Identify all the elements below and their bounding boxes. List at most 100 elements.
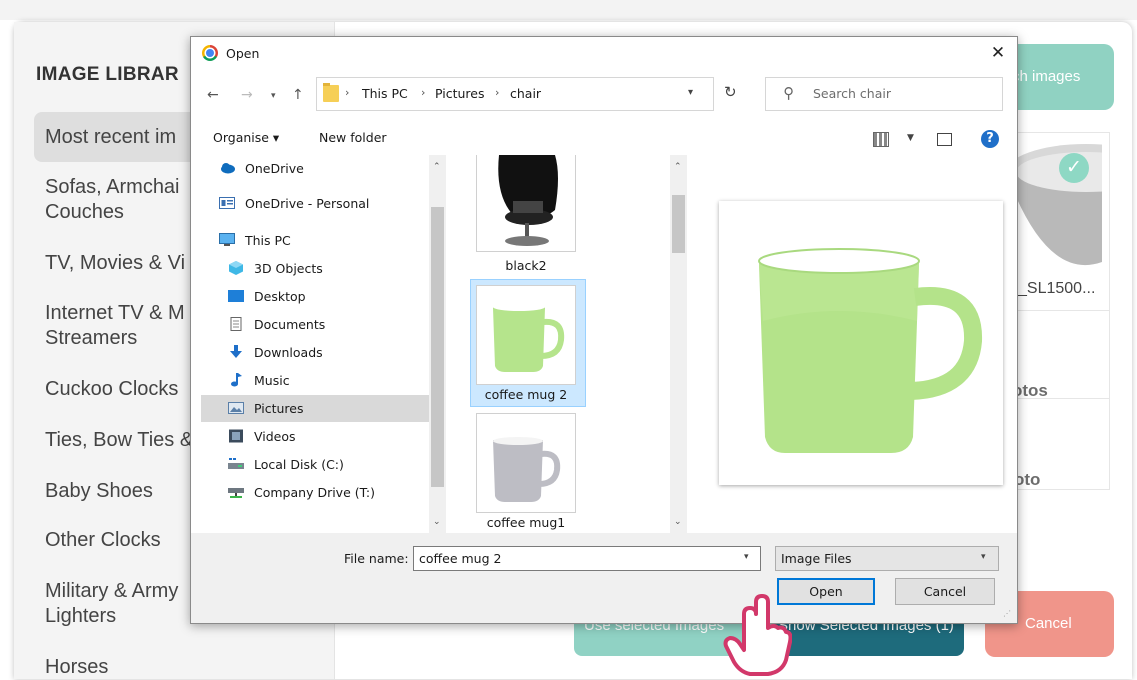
nav-company-drive[interactable]: Company Drive (T:) [201, 479, 429, 506]
nav-documents[interactable]: Documents [201, 311, 429, 338]
scroll-down-icon[interactable]: ⌄ [674, 517, 682, 527]
video-icon [229, 429, 243, 443]
search-images-label: ch images [1012, 68, 1081, 85]
breadcrumb-pictures[interactable]: Pictures [435, 86, 485, 101]
category-cuckoo-clocks[interactable]: Cuckoo Clocks [45, 377, 178, 402]
category-tv-movies[interactable]: TV, Movies & Vi [45, 251, 185, 276]
preview-pane-icon[interactable] [937, 133, 952, 146]
new-folder-button[interactable]: New folder [319, 130, 387, 145]
green-mug-thumbnail [493, 303, 565, 372]
folder-icon [323, 83, 339, 102]
refresh-icon[interactable]: ↻ [724, 83, 737, 101]
nav-3d-objects[interactable]: 3D Objects [201, 255, 429, 282]
category-ties[interactable]: Ties, Bow Ties & [45, 428, 193, 453]
file-name-black2: black2 [505, 258, 547, 273]
category-other-clocks[interactable]: Other Clocks [45, 528, 161, 553]
file-name-coffee-mug-2: coffee mug 2 [484, 387, 568, 402]
address-bar[interactable]: › This PC › Pictures › chair [316, 77, 714, 111]
nav-desktop[interactable]: Desktop [201, 283, 429, 310]
file-tile-coffee-mug1[interactable] [476, 413, 576, 513]
category-internet-tv[interactable]: Internet TV & M Streamers [45, 301, 185, 351]
music-icon [231, 373, 242, 387]
dialog-titlebar: Open ✕ [191, 37, 1017, 69]
file-name-coffee-mug1: coffee mug1 [486, 515, 566, 530]
selected-check-icon: ✓ [1059, 153, 1089, 183]
recent-locations-chevron-icon[interactable]: ▾ [271, 91, 276, 101]
nav-label: 3D Objects [254, 261, 323, 276]
desktop-icon [228, 290, 244, 302]
back-arrow-icon[interactable]: ← [207, 87, 219, 103]
help-icon[interactable]: ? [981, 130, 999, 148]
nav-label: Company Drive (T:) [254, 485, 375, 500]
view-dropdown-icon[interactable]: ▼ [907, 133, 914, 143]
nav-label: This PC [245, 233, 291, 248]
chevron-down-icon[interactable]: ▾ [744, 552, 749, 562]
cancel-button[interactable]: Cancel [895, 578, 995, 605]
scroll-up-icon[interactable]: ⌃ [674, 162, 682, 172]
forward-arrow-icon[interactable]: → [241, 87, 253, 103]
scroll-down-icon[interactable]: ⌄ [433, 517, 441, 527]
download-icon [230, 345, 242, 358]
network-drive-icon [228, 488, 244, 498]
search-placeholder: Search chair [813, 86, 891, 101]
nav-onedrive-personal[interactable]: OneDrive - Personal [201, 190, 429, 217]
nav-label: Downloads [254, 345, 323, 360]
nav-this-pc[interactable]: This PC [201, 227, 429, 254]
category-military-lighters[interactable]: Military & Army Lighters [45, 579, 178, 629]
category-baby-shoes[interactable]: Baby Shoes [45, 479, 153, 504]
view-options-icon[interactable] [873, 132, 889, 147]
file-name-input[interactable]: coffee mug 2 ▾ [413, 546, 761, 571]
cloud-icon [221, 163, 235, 174]
nav-videos[interactable]: Videos [201, 423, 429, 450]
nav-pictures[interactable]: Pictures [201, 395, 429, 422]
file-tile-coffee-mug-2[interactable] [476, 285, 576, 385]
nav-scrollbar-thumb[interactable] [431, 207, 444, 487]
nav-label: OneDrive [245, 161, 304, 176]
library-cancel-label: Cancel [1025, 615, 1072, 632]
search-icon: ⚲ [783, 84, 794, 102]
nav-label: Videos [254, 429, 296, 444]
nav-label: Local Disk (C:) [254, 457, 344, 472]
black-chair-thumbnail [498, 155, 558, 246]
nav-label: Music [254, 373, 290, 388]
grey-mug-thumbnail [493, 437, 561, 502]
search-box[interactable]: ⚲ Search chair [765, 77, 1003, 111]
hand-cursor-icon [723, 594, 792, 676]
nav-label: Pictures [254, 401, 304, 416]
breadcrumb-this-pc[interactable]: This PC [362, 86, 408, 101]
image-caption: _SL1500... [1018, 280, 1096, 297]
navigation-pane: OneDrive OneDrive - Personal This PC 3D … [201, 155, 429, 533]
nav-downloads[interactable]: Downloads [201, 339, 429, 366]
address-dropdown-icon[interactable]: ▾ [688, 87, 693, 98]
resize-grip-icon[interactable]: ⋰ [1003, 609, 1011, 618]
coffee-mug-preview-image [758, 248, 983, 453]
file-type-value: Image Files [781, 551, 852, 566]
nav-onedrive[interactable]: OneDrive [201, 155, 429, 182]
category-horses[interactable]: Horses [45, 655, 108, 680]
scroll-up-icon[interactable]: ⌃ [433, 162, 441, 172]
nav-local-disk[interactable]: Local Disk (C:) [201, 451, 429, 478]
close-icon[interactable]: ✕ [986, 41, 1010, 65]
disk-icon [228, 458, 244, 469]
browser-top-strip [0, 0, 1137, 20]
cube-icon [229, 261, 243, 275]
chevron-right-icon: › [421, 86, 426, 99]
file-list-scrollbar-thumb[interactable] [672, 195, 685, 253]
up-arrow-icon[interactable]: ↑ [292, 87, 304, 103]
computer-icon [219, 233, 235, 246]
organise-menu[interactable]: Organise ▾ [213, 130, 279, 145]
chevron-down-icon[interactable]: ▾ [981, 552, 986, 562]
nav-label: Documents [254, 317, 326, 332]
preview-pane [719, 201, 1003, 485]
open-file-dialog: Open ✕ ← → ▾ ↑ › This PC › Pictures › ch… [190, 36, 1018, 624]
bowl-image [1016, 142, 1102, 272]
file-type-select[interactable]: Image Files ▾ [775, 546, 999, 571]
file-tile-black2[interactable] [476, 155, 576, 252]
nav-label: OneDrive - Personal [245, 196, 370, 211]
breadcrumb-chair[interactable]: chair [510, 86, 541, 101]
dialog-toolbar [191, 121, 1017, 155]
document-icon [230, 317, 242, 331]
chrome-icon [202, 45, 218, 61]
category-sofas[interactable]: Sofas, Armchai Couches [45, 175, 180, 225]
nav-music[interactable]: Music [201, 367, 429, 394]
